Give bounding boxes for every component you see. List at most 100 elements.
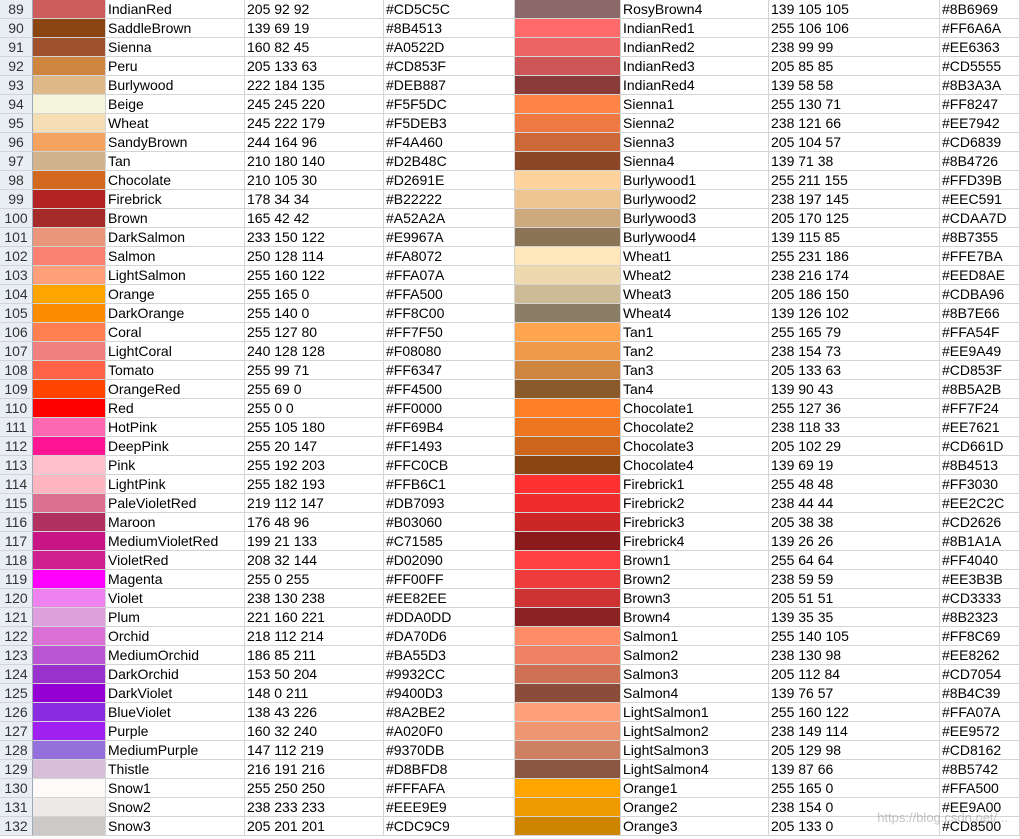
hex-value-cell[interactable]: #FFB6C1 bbox=[384, 475, 515, 494]
rgb-value-cell[interactable]: 138 43 226 bbox=[245, 703, 384, 722]
hex-value-cell[interactable]: #CD853F bbox=[940, 361, 1020, 380]
color-swatch-cell[interactable] bbox=[33, 608, 106, 627]
hex-value-cell[interactable]: #E9967A bbox=[384, 228, 515, 247]
row-header[interactable]: 124 bbox=[0, 665, 33, 684]
color-swatch-cell[interactable] bbox=[33, 19, 106, 38]
color-swatch-cell[interactable] bbox=[515, 380, 621, 399]
row-header[interactable]: 129 bbox=[0, 760, 33, 779]
hex-value-cell[interactable]: #DEB887 bbox=[384, 76, 515, 95]
color-swatch-cell[interactable] bbox=[33, 209, 106, 228]
hex-value-cell[interactable]: #EE9A49 bbox=[940, 342, 1020, 361]
hex-value-cell[interactable]: #EE9572 bbox=[940, 722, 1020, 741]
row-header[interactable]: 121 bbox=[0, 608, 33, 627]
color-swatch-cell[interactable] bbox=[33, 418, 106, 437]
rgb-value-cell[interactable]: 245 222 179 bbox=[245, 114, 384, 133]
rgb-value-cell[interactable]: 238 197 145 bbox=[769, 190, 940, 209]
color-name-cell[interactable]: Salmon1 bbox=[621, 627, 769, 646]
color-name-cell[interactable]: Magenta bbox=[106, 570, 245, 589]
rgb-value-cell[interactable]: 255 20 147 bbox=[245, 437, 384, 456]
color-name-cell[interactable]: Sienna2 bbox=[621, 114, 769, 133]
rgb-value-cell[interactable]: 255 231 186 bbox=[769, 247, 940, 266]
row-header[interactable]: 131 bbox=[0, 798, 33, 817]
rgb-value-cell[interactable]: 255 0 0 bbox=[245, 399, 384, 418]
color-swatch-cell[interactable] bbox=[33, 152, 106, 171]
color-name-cell[interactable]: Brown bbox=[106, 209, 245, 228]
color-swatch-cell[interactable] bbox=[515, 627, 621, 646]
hex-value-cell[interactable]: #A52A2A bbox=[384, 209, 515, 228]
color-name-cell[interactable]: Firebrick bbox=[106, 190, 245, 209]
color-name-cell[interactable]: Maroon bbox=[106, 513, 245, 532]
color-swatch-cell[interactable] bbox=[33, 0, 106, 19]
hex-value-cell[interactable]: #FF00FF bbox=[384, 570, 515, 589]
row-header[interactable]: 96 bbox=[0, 133, 33, 152]
row-header[interactable]: 94 bbox=[0, 95, 33, 114]
color-name-cell[interactable]: Chocolate1 bbox=[621, 399, 769, 418]
row-header[interactable]: 118 bbox=[0, 551, 33, 570]
hex-value-cell[interactable]: #CD2626 bbox=[940, 513, 1020, 532]
rgb-value-cell[interactable]: 255 127 80 bbox=[245, 323, 384, 342]
rgb-value-cell[interactable]: 205 104 57 bbox=[769, 133, 940, 152]
rgb-value-cell[interactable]: 255 48 48 bbox=[769, 475, 940, 494]
rgb-value-cell[interactable]: 160 82 45 bbox=[245, 38, 384, 57]
color-name-cell[interactable]: IndianRed3 bbox=[621, 57, 769, 76]
color-swatch-cell[interactable] bbox=[33, 323, 106, 342]
hex-value-cell[interactable]: #FFC0CB bbox=[384, 456, 515, 475]
rgb-value-cell[interactable]: 208 32 144 bbox=[245, 551, 384, 570]
rgb-value-cell[interactable]: 255 211 155 bbox=[769, 171, 940, 190]
rgb-value-cell[interactable]: 233 150 122 bbox=[245, 228, 384, 247]
color-name-cell[interactable]: Snow2 bbox=[106, 798, 245, 817]
color-name-cell[interactable]: MediumPurple bbox=[106, 741, 245, 760]
hex-value-cell[interactable]: #8B3A3A bbox=[940, 76, 1020, 95]
hex-value-cell[interactable]: #DDA0DD bbox=[384, 608, 515, 627]
color-swatch-cell[interactable] bbox=[33, 133, 106, 152]
color-name-cell[interactable]: Wheat4 bbox=[621, 304, 769, 323]
color-name-cell[interactable]: Firebrick3 bbox=[621, 513, 769, 532]
color-swatch-cell[interactable] bbox=[515, 798, 621, 817]
rgb-value-cell[interactable]: 165 42 42 bbox=[245, 209, 384, 228]
color-swatch-cell[interactable] bbox=[33, 95, 106, 114]
color-swatch-cell[interactable] bbox=[33, 342, 106, 361]
hex-value-cell[interactable]: #FA8072 bbox=[384, 247, 515, 266]
rgb-value-cell[interactable]: 139 87 66 bbox=[769, 760, 940, 779]
rgb-value-cell[interactable]: 238 121 66 bbox=[769, 114, 940, 133]
rgb-value-cell[interactable]: 210 105 30 bbox=[245, 171, 384, 190]
color-name-cell[interactable]: Firebrick2 bbox=[621, 494, 769, 513]
color-name-cell[interactable]: LightSalmon2 bbox=[621, 722, 769, 741]
color-name-cell[interactable]: IndianRed bbox=[106, 0, 245, 19]
hex-value-cell[interactable]: #CDC9C9 bbox=[384, 817, 515, 836]
rgb-value-cell[interactable]: 139 71 38 bbox=[769, 152, 940, 171]
rgb-value-cell[interactable]: 238 130 98 bbox=[769, 646, 940, 665]
color-swatch-cell[interactable] bbox=[33, 798, 106, 817]
hex-value-cell[interactable]: #CDBA96 bbox=[940, 285, 1020, 304]
color-swatch-cell[interactable] bbox=[33, 437, 106, 456]
row-header[interactable]: 110 bbox=[0, 399, 33, 418]
color-name-cell[interactable]: LightSalmon4 bbox=[621, 760, 769, 779]
color-name-cell[interactable]: Pink bbox=[106, 456, 245, 475]
rgb-value-cell[interactable]: 139 69 19 bbox=[769, 456, 940, 475]
color-name-cell[interactable]: Salmon bbox=[106, 247, 245, 266]
color-name-cell[interactable]: IndianRed4 bbox=[621, 76, 769, 95]
color-swatch-cell[interactable] bbox=[515, 532, 621, 551]
rgb-value-cell[interactable]: 250 128 114 bbox=[245, 247, 384, 266]
rgb-value-cell[interactable]: 238 149 114 bbox=[769, 722, 940, 741]
color-name-cell[interactable]: Wheat3 bbox=[621, 285, 769, 304]
rgb-value-cell[interactable]: 238 216 174 bbox=[769, 266, 940, 285]
rgb-value-cell[interactable]: 139 69 19 bbox=[245, 19, 384, 38]
color-name-cell[interactable]: Coral bbox=[106, 323, 245, 342]
color-swatch-cell[interactable] bbox=[515, 703, 621, 722]
rgb-value-cell[interactable]: 205 133 63 bbox=[245, 57, 384, 76]
rgb-value-cell[interactable]: 205 38 38 bbox=[769, 513, 940, 532]
rgb-value-cell[interactable]: 205 186 150 bbox=[769, 285, 940, 304]
rgb-value-cell[interactable]: 255 192 203 bbox=[245, 456, 384, 475]
hex-value-cell[interactable]: #8B7E66 bbox=[940, 304, 1020, 323]
rgb-value-cell[interactable]: 205 51 51 bbox=[769, 589, 940, 608]
hex-value-cell[interactable]: #FF3030 bbox=[940, 475, 1020, 494]
color-name-cell[interactable]: Burlywood4 bbox=[621, 228, 769, 247]
color-swatch-cell[interactable] bbox=[33, 703, 106, 722]
hex-value-cell[interactable]: #FF7F24 bbox=[940, 399, 1020, 418]
hex-value-cell[interactable]: #CD5555 bbox=[940, 57, 1020, 76]
row-header[interactable]: 109 bbox=[0, 380, 33, 399]
hex-value-cell[interactable]: #FF6A6A bbox=[940, 19, 1020, 38]
color-name-cell[interactable]: Wheat2 bbox=[621, 266, 769, 285]
rgb-value-cell[interactable]: 255 140 0 bbox=[245, 304, 384, 323]
